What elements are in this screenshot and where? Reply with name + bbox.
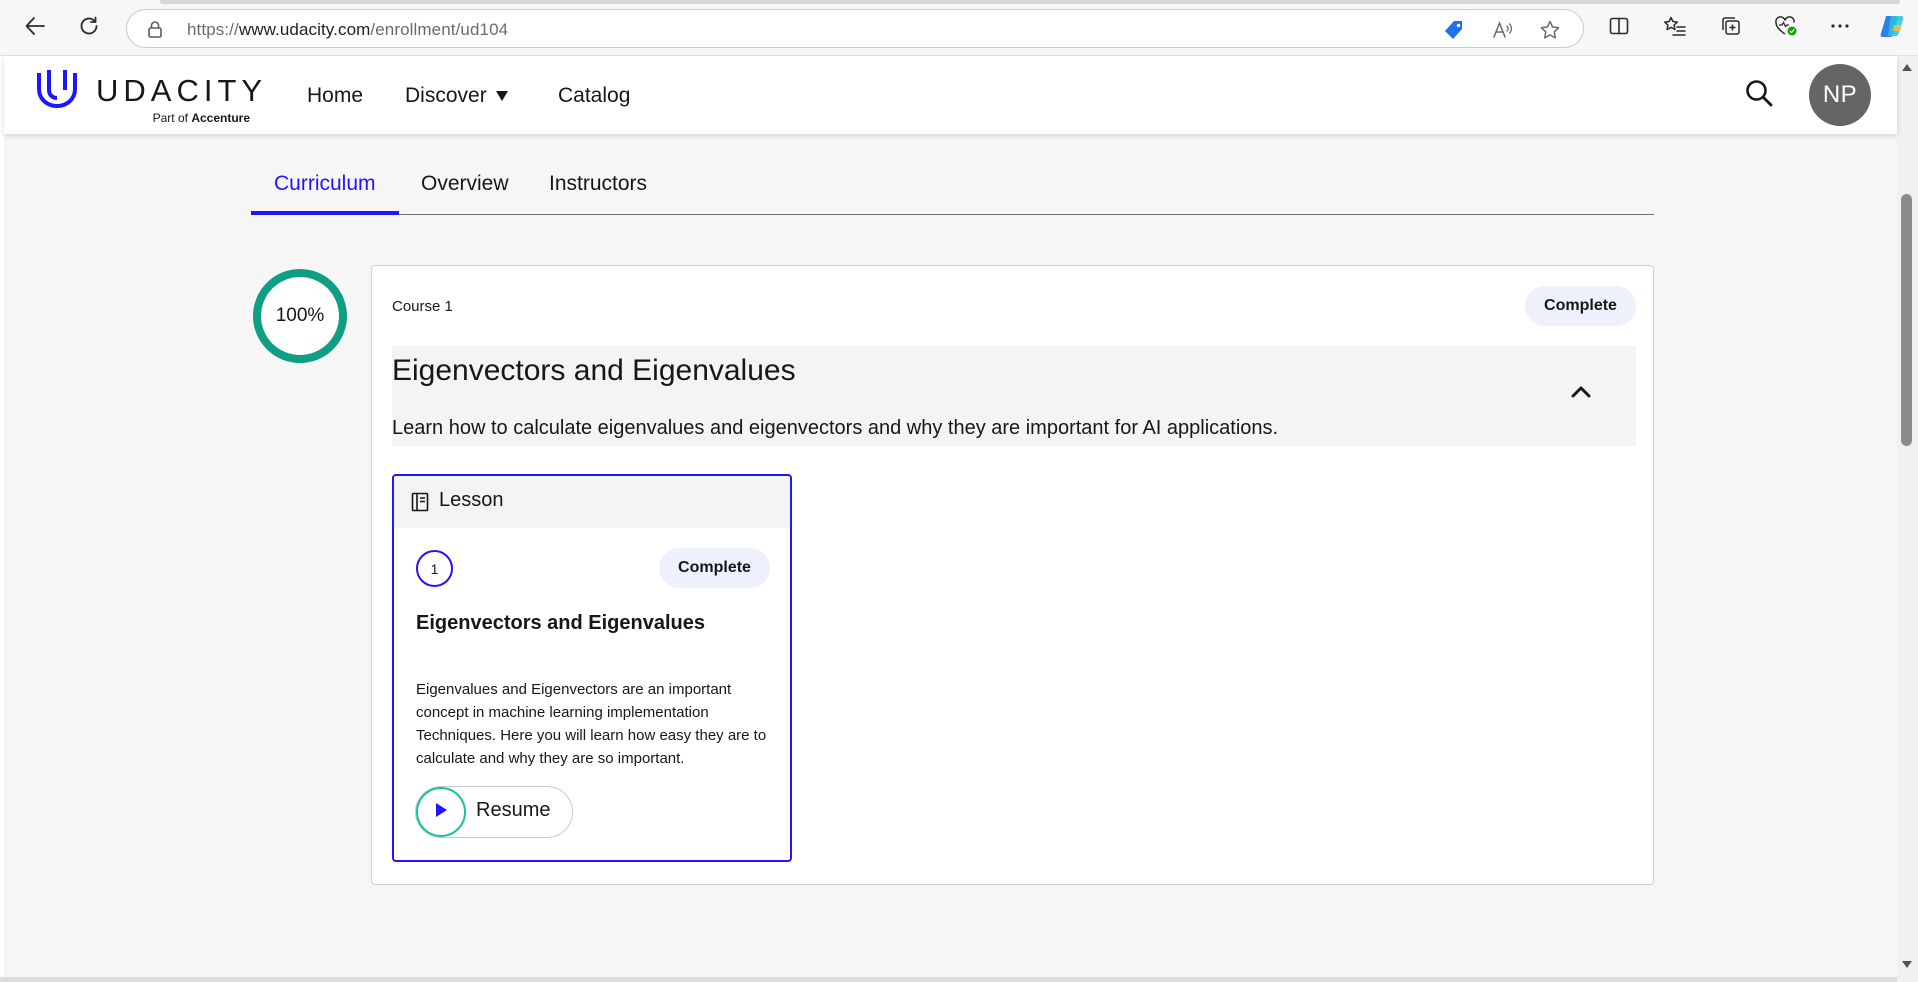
more-menu-button[interactable] [1822, 10, 1858, 46]
lesson-title[interactable]: Eigenvectors and Eigenvalues [416, 612, 705, 635]
search-button[interactable] [1740, 76, 1778, 114]
resume-button[interactable]: Resume [415, 786, 573, 838]
active-tab-indicator [251, 211, 399, 215]
favorite-star-icon[interactable] [1537, 17, 1563, 43]
tab-strip-edge [160, 0, 1900, 4]
play-button-ring [416, 787, 466, 837]
progress-percent: 100% [275, 305, 325, 326]
split-screen-button[interactable] [1601, 10, 1637, 46]
address-bar[interactable]: https://www.udacity.com/enrollment/ud104 [126, 9, 1584, 48]
tab-overview[interactable]: Overview [421, 172, 509, 196]
browser-toolbar: https://www.udacity.com/enrollment/ud104 [0, 0, 1918, 56]
course-status-badge: Complete [1525, 286, 1636, 326]
favorites-button[interactable] [1657, 10, 1693, 46]
page-content: Curriculum Overview Instructors 100% Cou… [4, 134, 1897, 977]
search-icon [1744, 78, 1774, 113]
nav-catalog[interactable]: Catalog [558, 84, 630, 108]
nav-discover[interactable]: Discover [405, 84, 487, 108]
udacity-u-logo-icon [34, 66, 80, 117]
collections-button[interactable] [1713, 10, 1749, 46]
browser-essentials-button[interactable] [1768, 10, 1804, 46]
course-header[interactable]: Eigenvectors and Eigenvalues Learn how t… [392, 346, 1636, 446]
lesson-description: Eigenvalues and Eigenvectors are an impo… [416, 681, 767, 767]
lesson-status-badge: Complete [659, 548, 770, 588]
window-bottom-edge [0, 977, 1897, 982]
lesson-number: 1 [416, 550, 453, 587]
nav-home[interactable]: Home [307, 84, 363, 108]
lesson-type-label: Lesson [439, 489, 504, 511]
heart-pulse-icon [1774, 15, 1798, 42]
course-tabs: Curriculum Overview Instructors [251, 134, 1654, 215]
more-dots-icon [1829, 15, 1851, 42]
course-card: Course 1 Complete Eigenvectors and Eigen… [371, 265, 1654, 885]
copilot-icon [1879, 13, 1905, 44]
scrollbar-thumb[interactable] [1901, 194, 1912, 446]
document-icon [411, 492, 429, 517]
scroll-up-arrow-icon[interactable] [1902, 64, 1912, 71]
url-text[interactable]: https://www.udacity.com/enrollment/ud104 [187, 20, 508, 40]
lock-icon[interactable] [147, 20, 163, 43]
lesson-card-header: Lesson [394, 476, 790, 528]
lesson-card[interactable]: Lesson 1 Complete Eigenvectors and Eigen… [392, 474, 792, 862]
caret-down-icon[interactable] [496, 91, 508, 101]
back-button[interactable] [17, 10, 53, 46]
refresh-icon [78, 15, 100, 42]
price-tag-icon[interactable] [1441, 17, 1467, 43]
read-aloud-icon[interactable] [1489, 17, 1515, 43]
course-number: Course 1 [392, 298, 453, 315]
user-avatar[interactable]: NP [1809, 64, 1871, 126]
logo-subline: Part of Accenture [152, 111, 250, 125]
collections-icon [1720, 15, 1742, 42]
favorites-list-icon [1663, 15, 1687, 42]
page-scrollbar[interactable] [1897, 56, 1918, 982]
course-description: Learn how to calculate eigenvalues and e… [392, 417, 1279, 439]
course-title: Eigenvectors and Eigenvalues [392, 354, 796, 387]
collapse-button[interactable] [1564, 376, 1598, 410]
tab-instructors[interactable]: Instructors [549, 172, 647, 196]
scroll-down-arrow-icon[interactable] [1902, 961, 1912, 968]
logo-wordmark: UDACITY [96, 73, 268, 108]
site-header: UDACITY Part of Accenture Home Discover … [4, 56, 1897, 134]
tab-curriculum[interactable]: Curriculum [274, 172, 376, 196]
chevron-up-icon [1570, 383, 1592, 404]
play-icon [433, 801, 449, 824]
copilot-button[interactable] [1874, 10, 1910, 46]
refresh-button[interactable] [71, 10, 107, 46]
split-screen-icon [1608, 15, 1630, 42]
udacity-logo[interactable]: UDACITY Part of Accenture [34, 66, 264, 126]
resume-label: Resume [476, 799, 551, 821]
arrow-left-icon [24, 15, 46, 42]
